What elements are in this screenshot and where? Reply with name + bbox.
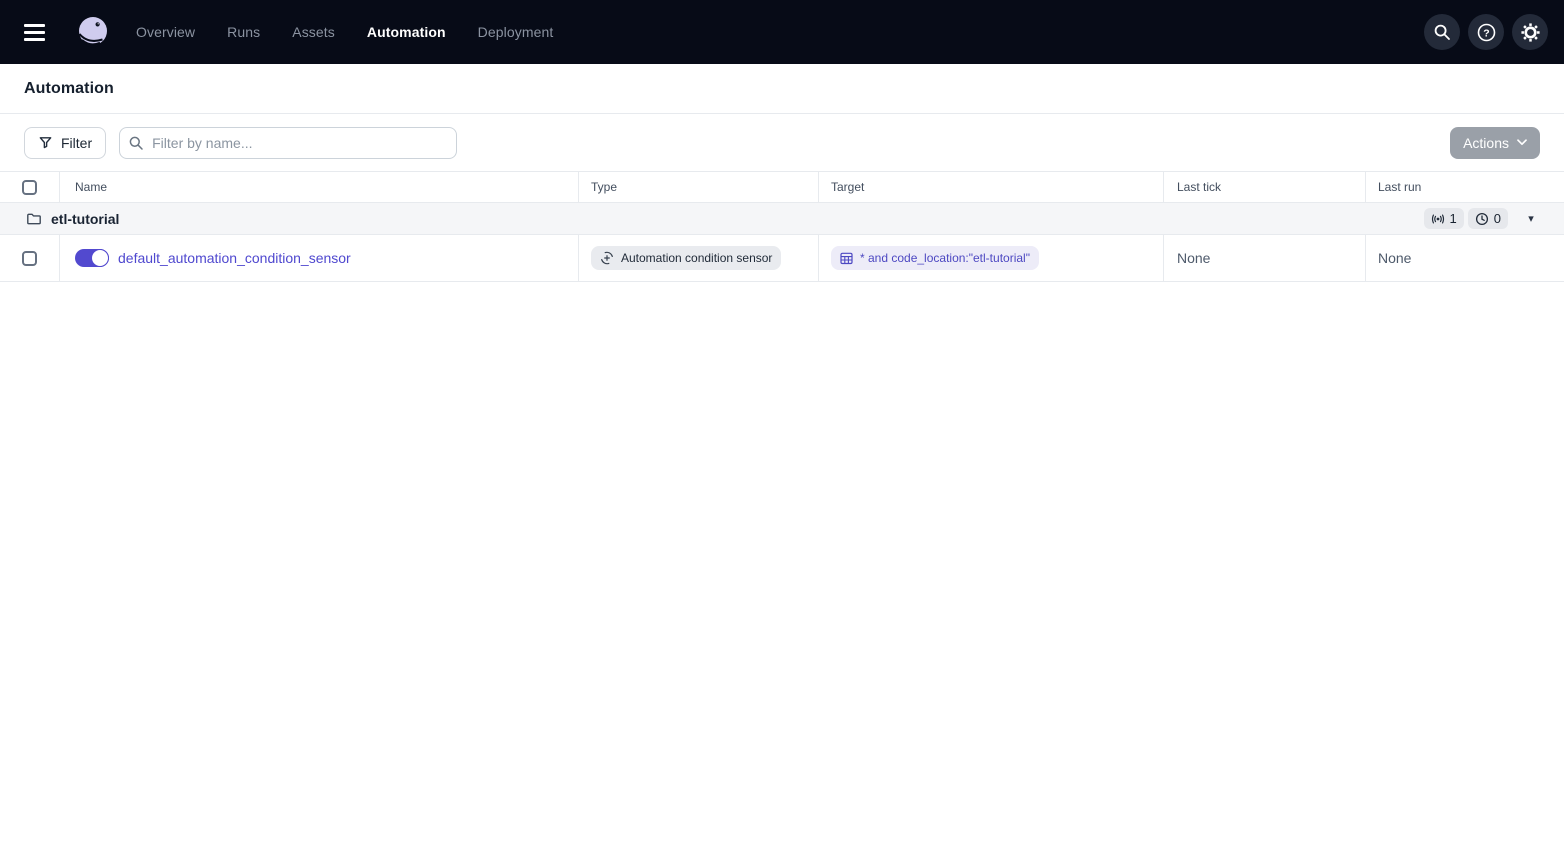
group-row: etl-tutorial 1 0 ▾ bbox=[0, 203, 1564, 235]
table-header-row: Name Type Target Last tick Last run bbox=[0, 172, 1564, 203]
gear-icon bbox=[1520, 22, 1540, 42]
schedule-count-badge[interactable]: 0 bbox=[1467, 208, 1508, 229]
clock-icon bbox=[1475, 212, 1488, 225]
search-icon bbox=[1434, 24, 1450, 40]
select-all-checkbox[interactable] bbox=[22, 179, 37, 195]
column-header-name: Name bbox=[75, 180, 108, 194]
nav-item-deployment[interactable]: Deployment bbox=[478, 24, 554, 40]
nav-item-assets[interactable]: Assets bbox=[292, 24, 335, 40]
sensor-count: 1 bbox=[1449, 211, 1457, 226]
actions-button[interactable]: Actions bbox=[1450, 126, 1540, 159]
column-header-type: Type bbox=[591, 180, 618, 194]
help-button[interactable]: ? bbox=[1468, 14, 1504, 50]
column-header-last-run: Last run bbox=[1378, 180, 1422, 194]
toolbar: Filter Actions bbox=[0, 114, 1564, 171]
table-row: default_automation_condition_sensor Auto… bbox=[0, 235, 1564, 282]
actions-button-label: Actions bbox=[1463, 134, 1509, 151]
top-navbar: Overview Runs Assets Automation Deployme… bbox=[0, 0, 1564, 64]
settings-button[interactable] bbox=[1512, 14, 1548, 50]
nav-item-automation[interactable]: Automation bbox=[367, 24, 446, 40]
page-title: Automation bbox=[24, 79, 114, 97]
nav-item-overview[interactable]: Overview bbox=[136, 24, 195, 40]
automation-condition-icon bbox=[601, 251, 613, 265]
target-selection-tag[interactable]: * and code_location:"etl-tutorial" bbox=[831, 246, 1039, 270]
sensor-type-label: Automation condition sensor bbox=[621, 251, 773, 265]
column-header-target: Target bbox=[831, 180, 865, 194]
dagster-logo-icon bbox=[78, 17, 107, 48]
svg-text:?: ? bbox=[1483, 27, 1489, 39]
dagster-logo[interactable] bbox=[74, 13, 112, 51]
asset-table-icon bbox=[840, 252, 853, 264]
search-icon bbox=[129, 136, 143, 150]
schedule-count: 0 bbox=[1493, 211, 1501, 226]
target-selection-label: * and code_location:"etl-tutorial" bbox=[860, 251, 1030, 265]
sensor-enabled-toggle[interactable] bbox=[75, 249, 109, 267]
help-icon: ? bbox=[1477, 23, 1495, 41]
sensor-type-badge: Automation condition sensor bbox=[591, 246, 782, 270]
name-filter-field bbox=[119, 126, 458, 159]
filter-by-name-input[interactable] bbox=[119, 126, 458, 159]
filter-button-label: Filter bbox=[61, 134, 93, 151]
search-button[interactable] bbox=[1424, 14, 1460, 50]
sensor-name-link[interactable]: default_automation_condition_sensor bbox=[118, 250, 351, 266]
nav-item-runs[interactable]: Runs bbox=[227, 24, 260, 40]
last-tick-value: None bbox=[1177, 250, 1211, 266]
row-checkbox[interactable] bbox=[22, 250, 37, 266]
chevron-down-icon bbox=[1517, 139, 1527, 146]
filter-button[interactable]: Filter bbox=[24, 126, 107, 159]
last-run-value: None bbox=[1378, 250, 1412, 266]
hamburger-menu-icon[interactable] bbox=[22, 15, 56, 49]
group-name: etl-tutorial bbox=[51, 210, 120, 227]
group-collapse-caret-icon[interactable]: ▾ bbox=[1522, 210, 1540, 228]
folder-icon bbox=[27, 213, 41, 224]
primary-nav: Overview Runs Assets Automation Deployme… bbox=[136, 24, 553, 40]
automation-table: Name Type Target Last tick Last run etl-… bbox=[0, 171, 1564, 282]
sensor-count-badge[interactable]: 1 bbox=[1423, 208, 1464, 229]
funnel-icon bbox=[39, 137, 52, 149]
sensor-icon bbox=[1431, 214, 1444, 223]
column-header-last-tick: Last tick bbox=[1177, 180, 1222, 194]
page-header: Automation bbox=[0, 64, 1564, 114]
